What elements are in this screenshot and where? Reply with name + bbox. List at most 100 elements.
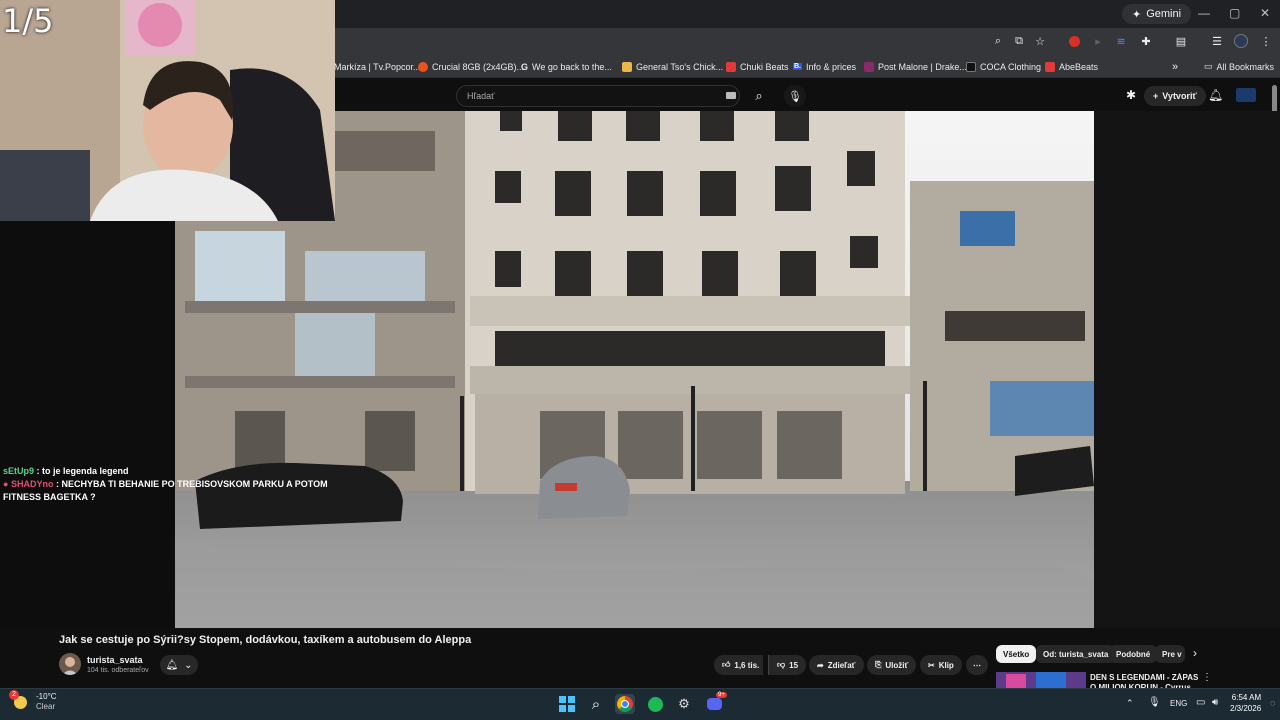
- extensions-puzzle-icon[interactable]: ✚: [1138, 33, 1154, 49]
- channel-avatar-image: [62, 657, 78, 675]
- chat-username: SHADYno: [10, 479, 54, 489]
- bookmark-favicon-icon: [726, 61, 736, 72]
- create-button[interactable]: + Vytvoriť: [1144, 86, 1206, 106]
- windows-start-icon[interactable]: [557, 694, 577, 714]
- recommended-more-icon[interactable]: ⋮: [1202, 672, 1212, 683]
- chevron-right-icon[interactable]: ›: [1193, 646, 1197, 660]
- weather-widget[interactable]: 2 -10°C Clear: [9, 690, 57, 712]
- account-avatar[interactable]: [1236, 88, 1256, 102]
- bookmark-favicon-icon: [622, 61, 632, 72]
- windows-taskbar: [0, 688, 1280, 720]
- bell-icon: 🔔︎: [165, 659, 179, 671]
- recommended-video-title[interactable]: DEN S LEGENDAMI - ZÁPAS O MILION KORUN -…: [1090, 673, 1200, 688]
- spotify-taskbar-icon[interactable]: [645, 694, 665, 714]
- gemini-sparkle-icon: ✦: [1132, 8, 1142, 21]
- subscription-bell-button[interactable]: 🔔︎ ⌄: [160, 655, 198, 675]
- more-actions-icon[interactable]: ⋯: [966, 655, 988, 675]
- browser-menu-icon[interactable]: ⋮: [1258, 33, 1274, 49]
- close-icon[interactable]: ✕: [1260, 6, 1270, 20]
- zoom-icon[interactable]: ⌕: [990, 33, 1006, 49]
- bookmark-favicon-icon: [418, 61, 428, 72]
- dislike-button[interactable]: 👎︎ 15: [768, 655, 807, 675]
- language-indicator[interactable]: ENG: [1170, 699, 1187, 708]
- plus-icon: +: [1153, 91, 1159, 101]
- channel-name[interactable]: turista_svata: [87, 655, 143, 665]
- search-input[interactable]: Hľadať: [456, 85, 740, 107]
- notification-center-icon[interactable]: ◌: [1270, 698, 1275, 708]
- stream-chat: sEtUp9 : to je legenda legend ● SHADYno …: [3, 465, 343, 504]
- subscriber-count: 104 tis. odberateľov: [87, 667, 149, 674]
- bookmark-item[interactable]: AbeBeats: [1045, 58, 1098, 75]
- bookmark-item[interactable]: G We go back to the...: [521, 58, 612, 75]
- sidepanel-icon[interactable]: ▤: [1173, 33, 1189, 49]
- windows-logo: [559, 696, 575, 712]
- video-side-dark-area: [1094, 111, 1280, 628]
- discord-badge: 9+: [716, 692, 727, 698]
- chat-badge-icon: ●: [3, 479, 9, 489]
- tray-mic-icon[interactable]: 🎙: [1148, 697, 1161, 708]
- gemini-button[interactable]: ✦ Gemini: [1122, 4, 1192, 24]
- tray-chevron-up-icon[interactable]: ⌃: [1126, 698, 1134, 709]
- clip-button[interactable]: ✂ Klip: [920, 655, 962, 675]
- bookmark-favicon-icon: [966, 61, 976, 72]
- google-g-icon: G: [521, 61, 529, 72]
- chip-from-channel[interactable]: Od: turista_svata: [1036, 645, 1116, 663]
- maximize-icon[interactable]: ▢: [1229, 6, 1240, 20]
- like-button[interactable]: 👍︎ 1,6 tis.: [714, 655, 764, 675]
- bookmark-item[interactable]: Chuki Beats: [726, 58, 789, 75]
- keyboard-icon[interactable]: [726, 92, 736, 99]
- chip-for-you[interactable]: Pre v: [1155, 645, 1185, 663]
- settings-gear-taskbar-icon[interactable]: ⚙: [674, 694, 694, 714]
- bookmark-item[interactable]: Post Malone | Drake...: [864, 58, 967, 75]
- temperature: -10°C: [36, 692, 57, 701]
- volume-icon[interactable]: 🔊︎: [1212, 697, 1218, 708]
- share-button[interactable]: ➦ Zdieľať: [809, 655, 864, 675]
- bookmark-star-icon[interactable]: ☆: [1032, 33, 1048, 49]
- weather-moon-icon: 2: [9, 690, 30, 711]
- thumbnail-image: [996, 672, 1086, 688]
- save-icon: ⎘: [875, 660, 882, 669]
- bookmark-favicon-icon: B.: [793, 63, 802, 70]
- notifications-bell-icon[interactable]: 🔔︎: [1208, 88, 1223, 102]
- media-control-icon[interactable]: ☰: [1209, 33, 1225, 49]
- microphone-icon[interactable]: 🎙: [784, 85, 806, 107]
- recommended-video-thumbnail[interactable]: [996, 672, 1086, 688]
- extension-play-icon[interactable]: ▸: [1090, 33, 1106, 49]
- bookmark-item[interactable]: COCA Clothing: [966, 58, 1041, 75]
- save-button[interactable]: ⎘ Uložiť: [867, 655, 917, 675]
- all-bookmarks-folder[interactable]: ▭ All Bookmarks: [1204, 58, 1274, 75]
- system-clock[interactable]: 6:54 AM 2/3/2026: [1230, 692, 1261, 714]
- clock-date: 2/3/2026: [1230, 704, 1262, 713]
- network-icon[interactable]: ▭: [1196, 697, 1205, 708]
- chat-text: to je legenda legend: [42, 466, 129, 476]
- bookmark-favicon-icon: [1045, 61, 1055, 72]
- channel-avatar[interactable]: [59, 653, 81, 675]
- thumbs-down-icon: 👎︎: [777, 660, 786, 669]
- share-icon: ➦: [817, 660, 824, 670]
- chrome-taskbar-icon[interactable]: [615, 694, 635, 714]
- profile-avatar-icon[interactable]: [1233, 33, 1249, 49]
- bookmark-favicon-icon: [864, 61, 874, 72]
- search-icon[interactable]: ⌕: [740, 85, 778, 107]
- extension-red-icon[interactable]: [1066, 33, 1082, 49]
- bookmark-item[interactable]: B. Info & prices: [793, 58, 856, 75]
- studio-icon[interactable]: ✱: [1126, 88, 1136, 102]
- cast-icon[interactable]: ⧉: [1011, 33, 1027, 49]
- extension-audio-icon[interactable]: ≋: [1113, 33, 1129, 49]
- bookmark-item[interactable]: General Tso's Chick...: [622, 58, 723, 75]
- taskbar-search-icon[interactable]: ⌕: [586, 694, 606, 714]
- bookmark-item[interactable]: Markíza | Tv.Popcor...: [334, 58, 421, 75]
- chat-message: sEtUp9 : to je legenda legend: [3, 466, 129, 476]
- clock-time: 6:54 AM: [1231, 693, 1262, 702]
- chip-related[interactable]: Podobné: [1109, 645, 1158, 663]
- minimize-icon[interactable]: —: [1198, 6, 1210, 20]
- weather-badge: 2: [9, 690, 19, 700]
- bookmark-item[interactable]: Crucial 8GB (2x4GB)...: [418, 58, 524, 75]
- stream-counter: 1/5: [2, 2, 54, 40]
- more-bookmarks-icon[interactable]: »: [1172, 58, 1178, 75]
- stream-overlay-left-panel: [0, 221, 175, 628]
- chip-all[interactable]: Všetko: [996, 645, 1037, 663]
- chevron-down-icon: ⌄: [184, 659, 193, 671]
- discord-taskbar-icon[interactable]: 9+: [704, 692, 727, 714]
- thumbs-up-icon: 👍︎: [722, 660, 731, 669]
